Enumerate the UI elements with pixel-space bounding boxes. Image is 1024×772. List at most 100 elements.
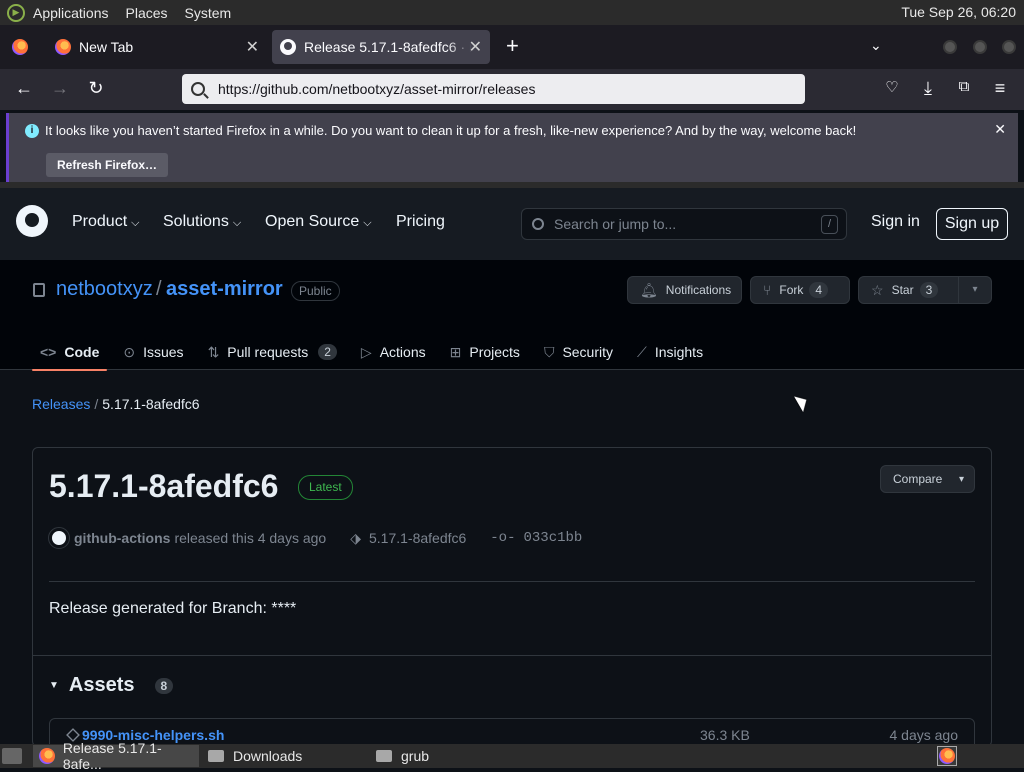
os-top-panel: ▶ Applications Places System Tue Sep 26,… bbox=[0, 0, 1024, 25]
firefox-menu-icon[interactable] bbox=[12, 39, 28, 55]
assets-counter: 8 bbox=[154, 677, 174, 694]
chevron-down-icon[interactable]: ▾ bbox=[958, 277, 991, 303]
tab-label: New Tab bbox=[79, 39, 134, 55]
info-icon: i bbox=[25, 124, 39, 138]
compare-button[interactable]: Compare ▾ bbox=[880, 465, 975, 493]
taskbar-item-firefox[interactable]: Release 5.17.1-8afe... bbox=[33, 740, 199, 772]
breadcrumb: Releases/5.17.1-8afedfc6 bbox=[32, 396, 200, 412]
tab-issues[interactable]: ⊙ Issues bbox=[115, 334, 191, 370]
button-label: Star bbox=[891, 283, 914, 297]
visibility-badge: Public bbox=[291, 281, 340, 301]
divider bbox=[33, 655, 991, 656]
divider bbox=[49, 581, 975, 582]
nav-product[interactable]: Product ⌵ bbox=[72, 213, 139, 231]
tab-new-tab[interactable]: New Tab ✕ bbox=[45, 30, 267, 64]
minimize-window-icon[interactable] bbox=[943, 40, 957, 54]
pull-request-icon: ⇅ bbox=[207, 343, 220, 360]
reload-icon[interactable]: ↻ bbox=[84, 78, 108, 99]
github-header: Product ⌵ Solutions ⌵ Open Source ⌵ Pricing… bbox=[0, 188, 1024, 260]
maximize-window-icon[interactable] bbox=[973, 40, 987, 54]
repo-name-link[interactable]: asset-mirror bbox=[166, 278, 283, 301]
github-favicon-icon bbox=[280, 39, 296, 55]
repo-header: netbootxyz / asset-mirror Public 🔔︎ Noti… bbox=[0, 260, 1024, 371]
taskbar-label: Release 5.17.1-8afe... bbox=[62, 740, 162, 772]
close-tab-icon[interactable]: ✕ bbox=[246, 37, 259, 57]
nav-pricing[interactable]: Pricing bbox=[396, 213, 445, 231]
tab-code[interactable]: <> Code bbox=[32, 334, 108, 371]
refresh-firefox-button[interactable]: Refresh Firefox… bbox=[46, 153, 168, 177]
hamburger-menu-icon[interactable]: ≡ bbox=[988, 78, 1012, 99]
github-logo-icon[interactable] bbox=[16, 205, 48, 237]
navigation-toolbar: ← → ↻ https://github.com/netbootxyz/asse… bbox=[0, 69, 1024, 110]
assets-toggle[interactable]: ▼ Assets 8 bbox=[49, 674, 174, 697]
repo-tabs: <> Code ⊙ Issues ⇅ Pull requests 2 ▷ Actions … bbox=[32, 334, 719, 371]
tab-pull-requests[interactable]: ⇅ Pull requests 2 bbox=[200, 334, 345, 370]
tab-label: Projects bbox=[469, 344, 520, 360]
firefox-icon bbox=[39, 748, 55, 764]
pocket-icon[interactable]: ♡ bbox=[880, 78, 904, 96]
button-label: Compare bbox=[893, 472, 943, 486]
chevron-down-icon: ⌵ bbox=[131, 217, 140, 229]
search-input[interactable]: Search or jump to... / bbox=[521, 208, 847, 240]
releases-link[interactable]: Releases bbox=[32, 396, 90, 412]
tab-label: Issues bbox=[143, 344, 184, 360]
distro-logo-icon[interactable]: ▶ bbox=[7, 3, 25, 22]
tag-link[interactable]: 5.17.1-8afedfc6 bbox=[369, 530, 466, 546]
release-meta: github-actions released this 4 days ago … bbox=[48, 527, 583, 549]
release-body: Release generated for Branch: **** bbox=[49, 600, 297, 617]
tab-release[interactable]: Release 5.17.1-8afedfc6 · netbootxyz/ass… bbox=[272, 30, 490, 64]
tab-insights[interactable]: ⟋ Insights bbox=[629, 334, 711, 370]
taskbar-item-downloads[interactable]: Downloads bbox=[202, 745, 368, 767]
system-menu[interactable]: System bbox=[185, 5, 232, 21]
taskbar-label: Downloads bbox=[233, 748, 303, 764]
nav-solutions[interactable]: Solutions ⌵ bbox=[163, 213, 241, 231]
repo-owner-link[interactable]: netbootxyz bbox=[56, 278, 153, 301]
list-all-tabs-icon[interactable]: ⌄ bbox=[870, 37, 882, 54]
tab-label: Pull requests bbox=[227, 344, 309, 360]
commit-link[interactable]: 033c1bb bbox=[524, 530, 583, 546]
tab-actions[interactable]: ▷ Actions bbox=[353, 334, 434, 370]
close-tab-icon[interactable]: ✕ bbox=[469, 37, 482, 57]
notifications-button[interactable]: 🔔︎ Notifications bbox=[627, 276, 742, 304]
tray-firefox-icon[interactable] bbox=[937, 746, 957, 766]
sign-in-link[interactable]: Sign in bbox=[871, 213, 920, 231]
avatar[interactable] bbox=[48, 527, 70, 549]
sign-up-button[interactable]: Sign up bbox=[936, 208, 1008, 240]
browser-tab-strip: New Tab ✕ Release 5.17.1-8afedfc6 · netb… bbox=[0, 25, 1024, 69]
extensions-icon[interactable]: ⧉ bbox=[952, 78, 976, 95]
issue-icon: ⊙ bbox=[123, 343, 136, 360]
release-title[interactable]: 5.17.1-8afedfc6 bbox=[49, 468, 278, 505]
tab-security[interactable]: ⛉ Security bbox=[536, 334, 621, 370]
os-taskbar: Release 5.17.1-8afe... Downloads grub bbox=[0, 740, 1024, 772]
downloads-icon[interactable]: ⤓ bbox=[916, 78, 940, 99]
pr-counter: 2 bbox=[318, 344, 337, 360]
breadcrumb-current: 5.17.1-8afedfc6 bbox=[102, 396, 200, 412]
show-desktop-icon[interactable] bbox=[2, 748, 22, 764]
shield-icon: ⛉ bbox=[543, 343, 555, 360]
author-link[interactable]: github-actions bbox=[74, 530, 170, 546]
tab-projects[interactable]: ⊞ Projects bbox=[442, 334, 528, 370]
table-icon: ⊞ bbox=[449, 343, 462, 360]
applications-menu[interactable]: Applications bbox=[33, 5, 109, 21]
taskbar-item-grub[interactable]: grub bbox=[370, 745, 536, 767]
url-bar[interactable]: https://github.com/netbootxyz/asset-mirr… bbox=[182, 74, 805, 104]
clock[interactable]: Tue Sep 26, 06:20 bbox=[901, 4, 1016, 20]
places-menu[interactable]: Places bbox=[126, 5, 168, 21]
tab-label: Release 5.17.1-8afedfc6 · netbootxyz/ass… bbox=[304, 39, 472, 55]
refresh-firefox-notification: i It looks like you haven’t started Fire… bbox=[6, 113, 1018, 182]
star-button[interactable]: ☆ Star 3 ▾ bbox=[858, 276, 992, 304]
commit-icon: -o- bbox=[490, 530, 516, 546]
fork-button[interactable]: ⑂ Fork 4 bbox=[750, 276, 850, 304]
search-placeholder: Search or jump to... bbox=[554, 216, 677, 232]
url-text[interactable]: https://github.com/netbootxyz/asset-mirr… bbox=[218, 81, 535, 97]
bell-icon: 🔔︎ bbox=[640, 281, 658, 298]
back-arrow-icon[interactable]: ← bbox=[12, 78, 36, 99]
new-tab-button[interactable]: + bbox=[506, 33, 519, 59]
close-window-icon[interactable] bbox=[1002, 40, 1016, 54]
firefox-icon bbox=[55, 39, 71, 55]
search-icon bbox=[532, 218, 544, 230]
forward-arrow-icon[interactable]: → bbox=[48, 78, 72, 99]
nav-open-source[interactable]: Open Source ⌵ bbox=[265, 213, 372, 231]
close-icon[interactable]: ✕ bbox=[994, 121, 1006, 138]
latest-badge: Latest bbox=[298, 475, 353, 500]
